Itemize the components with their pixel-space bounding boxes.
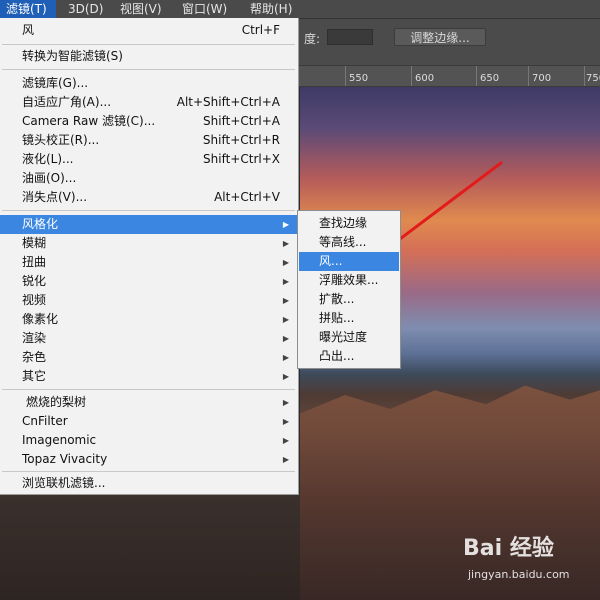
menu-item-label: Camera Raw 滤镜(C)... (22, 114, 156, 128)
menu-item-shortcut: Alt+Shift+Ctrl+A (176, 95, 280, 109)
menu-separator (2, 69, 295, 70)
menu-item-label: 风格化 (22, 217, 59, 231)
submenu-arrow-icon: ▶ (282, 417, 289, 426)
menu-item-filter-gallery[interactable]: 滤镜库(G)... (0, 74, 297, 93)
menu-item-label: 模糊 (22, 236, 47, 250)
menu-item-liquify[interactable]: 液化(L)... Shift+Ctrl+X (0, 150, 297, 169)
watermark-url: jingyan.baidu.com (468, 568, 570, 581)
submenu-item-solarize[interactable]: 曝光过度 (299, 328, 399, 347)
menu-item-shortcut: Ctrl+F (241, 23, 280, 37)
menu-item-render[interactable]: 渲染 ▶ (0, 329, 297, 348)
submenu-arrow-icon: ▶ (282, 353, 289, 362)
menu-item-label: 锐化 (22, 274, 47, 288)
menu-item-imagenomic[interactable]: Imagenomic ▶ (0, 431, 297, 450)
menu-item-label: 滤镜库(G)... (22, 76, 89, 90)
submenu-arrow-icon: ▶ (282, 334, 289, 343)
menu-item-other[interactable]: 其它 ▶ (0, 367, 297, 386)
menu-item-sharpen[interactable]: 锐化 ▶ (0, 272, 297, 291)
menu-item-label: 扭曲 (22, 255, 47, 269)
menu-separator (2, 210, 295, 211)
menu-item-label: 浏览联机滤镜... (22, 476, 106, 490)
stylize-submenu: 查找边缘 等高线... 风... 浮雕效果... 扩散... 拼贴... 曝光过… (297, 210, 401, 369)
menu-item-pixelate[interactable]: 像素化 ▶ (0, 310, 297, 329)
menu-item-label: 风 (22, 23, 35, 37)
menu-item-distort[interactable]: 扭曲 ▶ (0, 253, 297, 272)
submenu-item-label: 扩散... (319, 292, 355, 306)
menu-item-label: 转换为智能滤镜(S) (22, 49, 123, 63)
menu-item-label: Topaz Vivacity (22, 452, 108, 466)
menu-item-label: 油画(O)... (22, 171, 77, 185)
submenu-item-emboss[interactable]: 浮雕效果... (299, 271, 399, 290)
submenu-item-label: 曝光过度 (319, 330, 368, 344)
menu-item-label: CnFilter (22, 414, 68, 428)
filter-menu: 风 Ctrl+F 转换为智能滤镜(S) 滤镜库(G)... 自适应广角(A)..… (0, 18, 299, 495)
submenu-arrow-icon: ▶ (282, 315, 289, 324)
submenu-item-label: 凸出... (319, 349, 355, 363)
menu-item-label: Imagenomic (22, 433, 97, 447)
menu-item-cnfilter[interactable]: CnFilter ▶ (0, 412, 297, 431)
menu-item-label: 视频 (22, 293, 47, 307)
submenu-arrow-icon: ▶ (282, 372, 289, 381)
menu-item-lens-correction[interactable]: 镜头校正(R)... Shift+Ctrl+R (0, 131, 297, 150)
baidu-jingyan-watermark: Bai 经验 (463, 536, 554, 561)
menu-item-blur[interactable]: 模糊 ▶ (0, 234, 297, 253)
submenu-item-extrude[interactable]: 凸出... (299, 347, 399, 366)
submenu-arrow-icon: ▶ (282, 277, 289, 286)
submenu-item-label: 查找边缘 (319, 216, 368, 230)
menu-item-shortcut: Shift+Ctrl+R (202, 133, 280, 147)
submenu-item-contour[interactable]: 等高线... (299, 233, 399, 252)
menu-item-shortcut: Alt+Ctrl+V (214, 190, 280, 204)
submenu-item-diffuse[interactable]: 扩散... (299, 290, 399, 309)
menu-item-last-filter[interactable]: 风 Ctrl+F (0, 21, 297, 40)
menu-item-label: 液化(L)... (22, 152, 74, 166)
menu-item-shortcut: Shift+Ctrl+X (203, 152, 280, 166)
menu-item-label: 消失点(V)... (22, 190, 88, 204)
menu-item-label: 渲染 (22, 331, 47, 345)
submenu-item-label: 等高线... (319, 235, 367, 249)
menu-separator (2, 44, 295, 45)
menu-item-burning-tree[interactable]: 燃烧的梨树 ▶ (0, 393, 297, 412)
menu-item-stylize[interactable]: 风格化 ▶ (0, 215, 297, 234)
submenu-arrow-icon: ▶ (282, 296, 289, 305)
menu-item-label: 自适应广角(A)... (22, 95, 112, 109)
menu-item-vanishing-point[interactable]: 消失点(V)... Alt+Ctrl+V (0, 188, 297, 207)
submenu-arrow-icon: ▶ (282, 220, 289, 229)
menu-item-noise[interactable]: 杂色 ▶ (0, 348, 297, 367)
menu-separator (2, 389, 295, 390)
menu-item-shortcut: Shift+Ctrl+A (203, 114, 280, 128)
menu-item-topaz-vivacity[interactable]: Topaz Vivacity ▶ (0, 450, 297, 469)
submenu-item-label: 浮雕效果... (319, 273, 379, 287)
menu-item-label: 燃烧的梨树 (26, 395, 87, 409)
menu-item-label: 像素化 (22, 312, 59, 326)
submenu-item-wind[interactable]: 风... (299, 252, 399, 271)
submenu-arrow-icon: ▶ (282, 239, 289, 248)
menu-item-oil-paint[interactable]: 油画(O)... (0, 169, 297, 188)
submenu-arrow-icon: ▶ (282, 455, 289, 464)
submenu-arrow-icon: ▶ (282, 398, 289, 407)
submenu-arrow-icon: ▶ (282, 258, 289, 267)
submenu-item-find-edges[interactable]: 查找边缘 (299, 214, 399, 233)
submenu-item-tiles[interactable]: 拼贴... (299, 309, 399, 328)
menu-item-video[interactable]: 视频 ▶ (0, 291, 297, 310)
submenu-item-label: 拼贴... (319, 311, 355, 325)
menu-separator (2, 471, 295, 472)
menu-item-label: 杂色 (22, 350, 47, 364)
menu-item-label: 镜头校正(R)... (22, 133, 100, 147)
menu-item-camera-raw[interactable]: Camera Raw 滤镜(C)... Shift+Ctrl+A (0, 112, 297, 131)
submenu-item-label: 风... (319, 254, 343, 268)
menu-item-browse-online-filters[interactable]: 浏览联机滤镜... (0, 474, 297, 493)
menu-item-label: 其它 (22, 369, 47, 383)
menu-item-convert-smart-filter[interactable]: 转换为智能滤镜(S) (0, 47, 297, 66)
menu-item-adaptive-wide-angle[interactable]: 自适应广角(A)... Alt+Shift+Ctrl+A (0, 93, 297, 112)
submenu-arrow-icon: ▶ (282, 436, 289, 445)
